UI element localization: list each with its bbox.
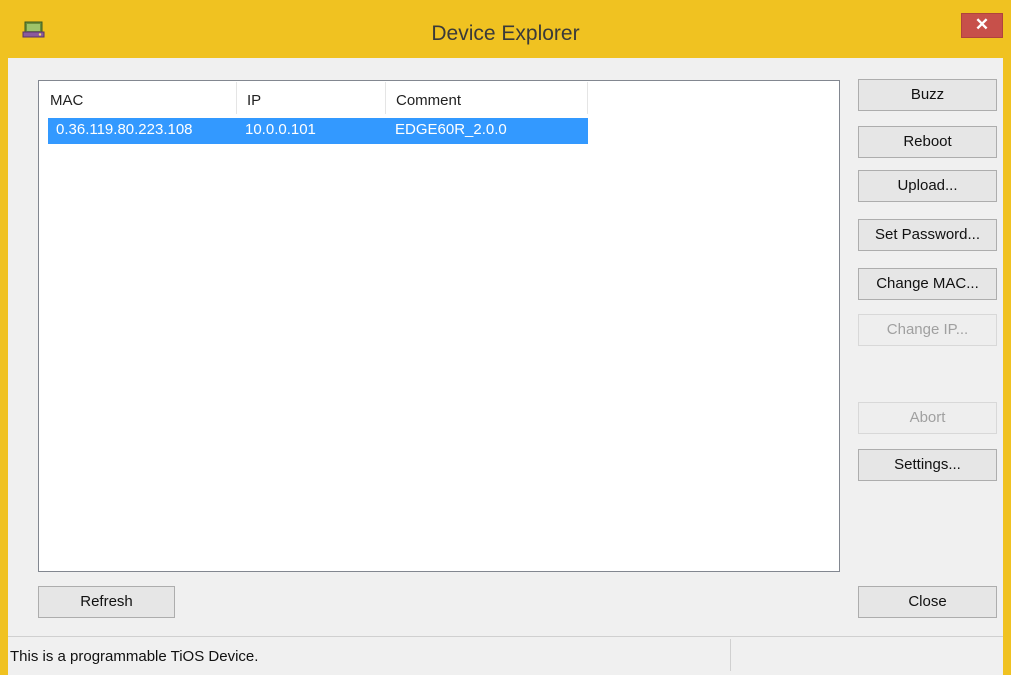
- column-header-mac[interactable]: MAC: [40, 82, 237, 114]
- column-header-comment[interactable]: Comment: [386, 82, 588, 114]
- settings-button[interactable]: Settings...: [858, 449, 997, 481]
- window-title: Device Explorer: [431, 22, 580, 45]
- buzz-button[interactable]: Buzz: [858, 79, 997, 111]
- column-header-ip[interactable]: IP: [237, 82, 386, 114]
- cell-comment: EDGE60R_2.0.0: [395, 121, 507, 138]
- abort-button[interactable]: Abort: [858, 402, 997, 434]
- window-close-button[interactable]: ✕: [961, 13, 1003, 38]
- change-ip-button[interactable]: Change IP...: [858, 314, 997, 346]
- change-mac-button[interactable]: Change MAC...: [858, 268, 997, 300]
- device-explorer-window: Device Explorer ✕ MAC IP Comment 0.36.11…: [0, 0, 1011, 675]
- status-separator: [730, 639, 731, 671]
- status-text: This is a programmable TiOS Device.: [10, 648, 259, 665]
- device-list[interactable]: MAC IP Comment 0.36.119.80.223.108 10.0.…: [38, 80, 840, 572]
- cell-mac: 0.36.119.80.223.108: [56, 121, 193, 138]
- status-bar: This is a programmable TiOS Device.: [8, 636, 1003, 674]
- client-area: MAC IP Comment 0.36.119.80.223.108 10.0.…: [8, 58, 1003, 675]
- list-header: MAC IP Comment: [40, 82, 838, 114]
- reboot-button[interactable]: Reboot: [858, 126, 997, 158]
- refresh-button[interactable]: Refresh: [38, 586, 175, 618]
- upload-button[interactable]: Upload...: [858, 170, 997, 202]
- close-button[interactable]: Close: [858, 586, 997, 618]
- cell-ip: 10.0.0.101: [245, 121, 316, 138]
- list-row[interactable]: 0.36.119.80.223.108 10.0.0.101 EDGE60R_2…: [48, 118, 588, 144]
- set-password-button[interactable]: Set Password...: [858, 219, 997, 251]
- title-bar[interactable]: Device Explorer ✕: [0, 0, 1011, 58]
